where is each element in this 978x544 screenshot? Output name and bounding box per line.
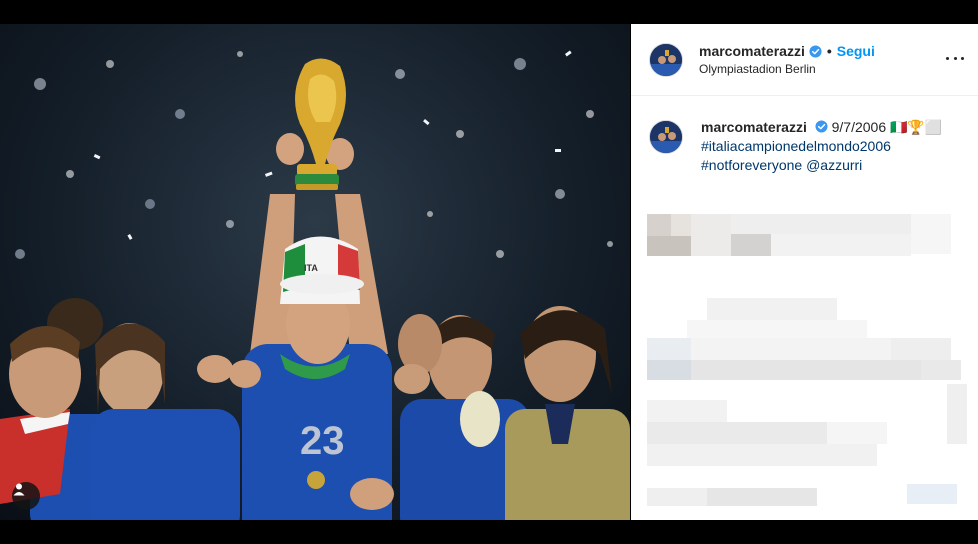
post-photo[interactable]: 23 ITA — [0, 24, 630, 520]
mention-link[interactable]: @azzurri — [806, 157, 862, 173]
user-tag-button[interactable] — [12, 482, 40, 510]
redacted-comments — [647, 214, 967, 514]
caption-emoji: 🇮🇹🏆⬜ — [890, 119, 943, 135]
user-tag-icon — [13, 483, 25, 496]
profile-avatar[interactable] — [649, 42, 683, 77]
post-caption: marcomaterazzi 9/7/2006 🇮🇹🏆⬜ #italiacamp… — [631, 96, 978, 175]
location-link[interactable]: Olympiastadion Berlin — [699, 62, 875, 76]
verified-badge-icon — [809, 44, 822, 58]
caption-username[interactable]: marcomaterazzi — [701, 119, 807, 135]
follow-button[interactable]: Segui — [837, 43, 875, 59]
verified-badge-icon — [815, 120, 828, 133]
hashtag-link[interactable]: #italiacampionedelmondo2006 — [701, 137, 951, 156]
caption-text: marcomaterazzi 9/7/2006 🇮🇹🏆⬜ #italiacamp… — [701, 118, 951, 175]
header-title-row: marcomaterazzi • Segui — [699, 43, 875, 59]
more-options-icon[interactable] — [946, 52, 964, 64]
post-side-panel: marcomaterazzi • Segui Olympiastadion Be… — [631, 24, 978, 520]
post-header: marcomaterazzi • Segui Olympiastadion Be… — [631, 24, 978, 96]
svg-text:23: 23 — [300, 419, 345, 463]
instagram-post-window: 23 ITA marcomaterazzi • Segui Olympiasta… — [0, 24, 978, 520]
header-text: marcomaterazzi • Segui Olympiastadion Be… — [699, 43, 875, 76]
caption-date: 9/7/2006 — [831, 119, 887, 135]
celebration-photo-illustration: 23 ITA — [0, 50, 630, 520]
caption-avatar[interactable] — [649, 120, 683, 154]
separator-dot: • — [826, 43, 832, 59]
avatar-image — [650, 121, 682, 153]
avatar-image — [650, 43, 682, 76]
svg-text:ITA: ITA — [304, 263, 318, 273]
username-link[interactable]: marcomaterazzi — [699, 43, 805, 59]
hashtag-link[interactable]: #notforeveryone — [701, 157, 802, 173]
